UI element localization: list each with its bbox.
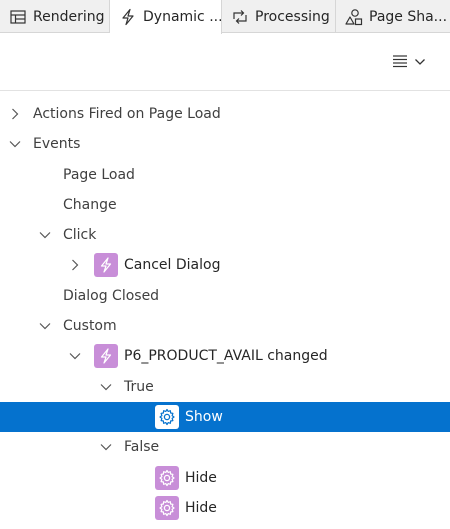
lightning-icon xyxy=(94,253,118,278)
tab-page-shared[interactable]: Page Sha... xyxy=(336,0,450,33)
tree-node-label: Show xyxy=(185,408,223,425)
tab-label: Page Sha... xyxy=(369,8,448,25)
chevron-down-icon[interactable] xyxy=(38,319,52,333)
tree-node-change[interactable]: Change xyxy=(0,190,450,220)
tab-label: Dynamic ... xyxy=(143,9,222,25)
tab-label: Processing xyxy=(255,8,330,25)
tree-node-false[interactable]: False xyxy=(0,432,450,462)
tree-node-hide[interactable]: Hide xyxy=(0,463,450,493)
tab-bar: Rendering Dynamic ... Processing Page Sh… xyxy=(0,0,450,34)
tab-rendering[interactable]: Rendering xyxy=(0,0,110,33)
lightning-icon xyxy=(94,344,118,369)
tree-node-label: Actions Fired on Page Load xyxy=(33,106,221,122)
tree-node-label: Hide xyxy=(185,469,217,486)
tab-dynamic-actions[interactable]: Dynamic ... xyxy=(110,0,222,34)
chevron-down-icon[interactable] xyxy=(8,137,22,151)
tree-node-label: P6_PRODUCT_AVAIL changed xyxy=(124,348,328,365)
tree-node-label: Custom xyxy=(63,318,117,335)
chevron-right-icon[interactable] xyxy=(68,258,82,272)
gear-icon xyxy=(155,465,179,490)
shapes-icon xyxy=(345,8,363,26)
tree-node-label: Cancel Dialog xyxy=(124,257,221,274)
tree-node-p6-product-avail-changed[interactable]: P6_PRODUCT_AVAIL changed xyxy=(0,341,450,371)
chevron-down-icon[interactable] xyxy=(99,380,113,394)
tree-node-label: Hide xyxy=(185,499,217,516)
tree-node-label: Dialog Closed xyxy=(63,287,160,304)
tree-node-dialog-closed[interactable]: Dialog Closed xyxy=(0,281,450,311)
tab-label: Rendering xyxy=(33,8,105,25)
tree-node-custom[interactable]: Custom xyxy=(0,311,450,341)
tree-node-show[interactable]: Show xyxy=(0,401,450,433)
chevron-down-icon xyxy=(414,55,426,71)
tree-node-actions-on-page-load[interactable]: Actions Fired on Page Load xyxy=(0,99,450,129)
table-icon xyxy=(9,8,27,26)
tree-node-click[interactable]: Click xyxy=(0,220,450,250)
tree-node-true[interactable]: True xyxy=(0,372,450,402)
hamburger-menu-icon xyxy=(392,54,408,72)
chevron-down-icon[interactable] xyxy=(68,349,82,363)
lightning-icon xyxy=(119,8,137,26)
tree-node-cancel-dialog[interactable]: Cancel Dialog xyxy=(0,250,450,280)
chevron-down-icon[interactable] xyxy=(38,228,52,242)
tree-node-page-load[interactable]: Page Load xyxy=(0,160,450,190)
view-menu-button[interactable] xyxy=(392,51,432,75)
tree-node-label: False xyxy=(124,439,160,456)
toolbar xyxy=(0,34,450,91)
tree-node-label: Click xyxy=(63,227,97,244)
dynamic-actions-tree: Actions Fired on Page Load Events Page L… xyxy=(0,99,450,523)
tree-node-label: Page Load xyxy=(63,166,135,183)
tree-node-label: Events xyxy=(33,136,81,153)
tab-processing[interactable]: Processing xyxy=(222,0,336,33)
tree-node-events[interactable]: Events xyxy=(0,129,450,159)
chevron-right-icon[interactable] xyxy=(8,107,22,121)
tree-node-label: Change xyxy=(63,196,117,213)
gear-icon xyxy=(155,495,179,520)
cycle-arrows-icon xyxy=(231,8,249,26)
chevron-down-icon[interactable] xyxy=(99,440,113,454)
tree-node-hide[interactable]: Hide xyxy=(0,493,450,523)
gear-icon xyxy=(155,404,179,429)
tree-node-label: True xyxy=(124,378,154,395)
